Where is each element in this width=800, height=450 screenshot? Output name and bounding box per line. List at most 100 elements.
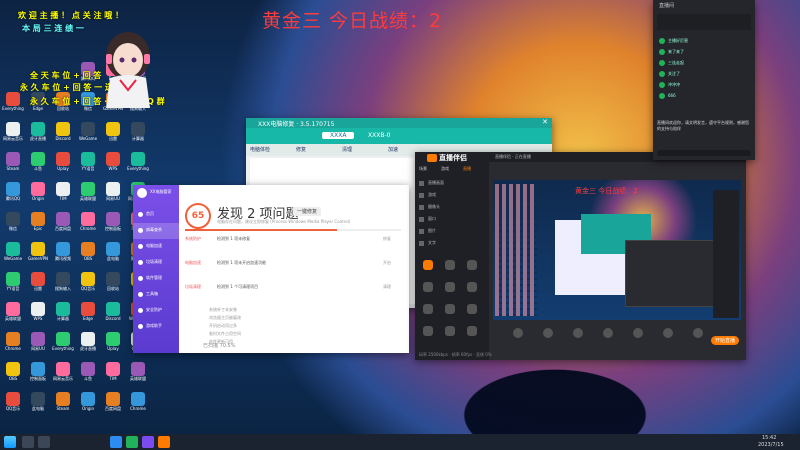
desktop-icon[interactable]: 英雄联盟 [127, 362, 149, 381]
obs-tab[interactable]: 游戏 [441, 166, 449, 172]
desktop-icon[interactable]: Origin [27, 182, 49, 201]
obs-tool-icon[interactable] [423, 260, 433, 270]
pc-nav-item[interactable]: 安全防护 [133, 303, 179, 319]
start-live-button[interactable]: 开始直播 [711, 336, 740, 345]
desktop-icon[interactable]: 此电脑 [102, 242, 124, 261]
desktop-icon[interactable]: 网易云音乐 [2, 122, 24, 141]
tab-xxxa[interactable]: XXXA [322, 132, 355, 139]
desktop-icon[interactable]: Chrome [127, 392, 149, 411]
desktop-icon[interactable]: 斗鱼 [27, 152, 49, 171]
obs-tool-icon[interactable] [467, 304, 477, 314]
desktop-icon[interactable]: Steam [52, 392, 74, 411]
desktop-icon[interactable]: 网易UU [102, 182, 124, 201]
desktop-icon[interactable]: 回收站 [102, 272, 124, 291]
desktop-icon[interactable]: 计算器 [52, 302, 74, 321]
repair-toolbar-item[interactable]: 清理 [342, 146, 352, 153]
scan-section-action[interactable]: 开启 [383, 260, 391, 266]
obs-tool-icon[interactable] [467, 260, 477, 270]
desktop-icon[interactable]: 百度网盘 [102, 392, 124, 411]
desktop-icon[interactable]: 网易云音乐 [52, 362, 74, 381]
desktop-icon[interactable]: 计算器 [127, 122, 149, 141]
desktop-icon[interactable]: YY语音 [2, 272, 24, 291]
desktop-icon[interactable]: 虎牙直播 [77, 332, 99, 351]
task-view-icon[interactable] [38, 436, 50, 448]
desktop-icon[interactable]: Discord [52, 122, 74, 141]
obs-control-icon[interactable] [603, 328, 613, 338]
close-icon[interactable]: ✕ [542, 118, 548, 126]
desktop-icon[interactable]: Everything [127, 152, 149, 171]
desktop-icon[interactable]: Discord [102, 302, 124, 321]
desktop-icon[interactable]: WeGame [77, 122, 99, 141]
repair-toolbar-item[interactable]: 电脑体检 [250, 146, 270, 153]
obs-tool-icon[interactable] [467, 282, 477, 292]
desktop-icon[interactable]: Everything [2, 92, 24, 111]
obs-tool-icon[interactable] [423, 304, 433, 314]
desktop-icon[interactable]: 微信 [2, 212, 24, 231]
scan-section-action[interactable]: 清理 [383, 284, 391, 290]
desktop-icon[interactable]: 网易UU [27, 332, 49, 351]
desktop-icon[interactable]: OBS [77, 242, 99, 261]
windows-start-icon[interactable] [4, 436, 16, 448]
obs-tool-icon[interactable] [423, 282, 433, 292]
desktop-icon[interactable]: GameVPN [27, 242, 49, 261]
search-icon[interactable] [22, 436, 34, 448]
pc-manager-window[interactable]: XX电脑管家 首页 病毒查杀 电脑加速 垃圾清理 软件管理 工具箱 安全防护 游戏助手 65 … [133, 185, 409, 353]
taskbar-app-chat-icon[interactable] [126, 436, 138, 448]
desktop-icon[interactable]: Edge [77, 302, 99, 321]
repair-tool-titlebar[interactable]: XXX电脑修复 · 3.5.170715 ✕ [246, 118, 552, 128]
taskbar-app-browser-icon[interactable] [110, 436, 122, 448]
desktop-icon[interactable]: TIM [52, 182, 74, 201]
desktop-icon[interactable]: WPS [27, 302, 49, 321]
desktop-icon[interactable]: WPS [102, 152, 124, 171]
obs-control-icon[interactable] [573, 328, 583, 338]
desktop-icon[interactable]: Origin [77, 392, 99, 411]
desktop-icon[interactable]: WeGame [2, 242, 24, 261]
desktop-icon[interactable]: YY语音 [77, 152, 99, 171]
desktop-icon[interactable]: 迅雷 [102, 122, 124, 141]
desktop-icon[interactable]: Everything [52, 332, 74, 351]
obs-tool-icon[interactable] [445, 282, 455, 292]
desktop-icon[interactable]: 腾讯QQ [2, 182, 24, 201]
desktop-icon[interactable]: 控制面板 [27, 362, 49, 381]
desktop-icon[interactable]: 斗鱼 [77, 362, 99, 381]
obs-tool-icon[interactable] [445, 260, 455, 270]
obs-control-icon[interactable] [693, 328, 703, 338]
desktop-icon[interactable]: 百度网盘 [52, 212, 74, 231]
repair-toolbar-item[interactable]: 加速 [388, 146, 398, 153]
desktop-icon[interactable]: Uplay [102, 332, 124, 351]
pc-nav-item[interactable]: 首页 [133, 207, 179, 223]
desktop-icon[interactable]: Chrome [2, 332, 24, 351]
obs-tool-icon[interactable] [467, 326, 477, 336]
obs-tool-icon[interactable] [423, 326, 433, 336]
desktop-icon[interactable]: 搜狗输入 [52, 272, 74, 291]
obs-control-icon[interactable] [543, 328, 553, 338]
pc-nav-item[interactable]: 工具箱 [133, 287, 179, 303]
taskbar-app-live-icon[interactable] [158, 436, 170, 448]
live-companion-window[interactable]: 直播伴侣 · 正在直播 ✕ 直播伴侣 场景游戏直播 直播画面游戏摄像头窗口图片文… [415, 152, 746, 360]
repair-toolbar-item[interactable]: 修复 [296, 146, 306, 153]
obs-control-icon[interactable] [663, 328, 673, 338]
obs-tab[interactable]: 场景 [419, 166, 427, 172]
obs-tab[interactable]: 直播 [463, 166, 471, 172]
chat-panel[interactable]: 直播间 主播好厉害 来了来了 三连走起 关注了 冲冲冲 666 直播间欢迎你，请文明发言，… [653, 0, 755, 160]
desktop-icon[interactable]: QQ音乐 [2, 392, 24, 411]
obs-source-item[interactable]: 直播画面 [419, 178, 485, 190]
desktop-icon[interactable]: Uplay [52, 152, 74, 171]
obs-source-item[interactable]: 摄像头 [419, 202, 485, 214]
obs-control-icon[interactable] [513, 328, 523, 338]
pc-nav-item[interactable]: 电脑加速 [133, 239, 179, 255]
pc-nav-item[interactable]: 垃圾清理 [133, 255, 179, 271]
desktop-icon[interactable]: OBS [2, 362, 24, 381]
desktop-icon[interactable]: Chrome [77, 212, 99, 231]
fix-button[interactable]: 一键修复 [293, 207, 322, 216]
obs-control-icon[interactable] [633, 328, 643, 338]
scan-section-row[interactable]: 垃圾清理 检测到 1 个可清理项目 清理 [185, 283, 403, 293]
taskbar-app-manager-icon[interactable] [142, 436, 154, 448]
obs-tool-icon[interactable] [445, 326, 455, 336]
scan-section-row[interactable]: 系统防护 检测到 1 项未修复 修复 [185, 235, 403, 245]
pc-nav-item[interactable]: 软件管理 [133, 271, 179, 287]
scan-section-row[interactable]: 电脑加速 检测到 1 项未开启加速功能 开启 [185, 259, 403, 269]
desktop-icon[interactable]: 英雄联盟 [77, 182, 99, 201]
pc-nav-item[interactable]: 游戏助手 [133, 319, 179, 335]
chat-input[interactable] [657, 150, 751, 156]
